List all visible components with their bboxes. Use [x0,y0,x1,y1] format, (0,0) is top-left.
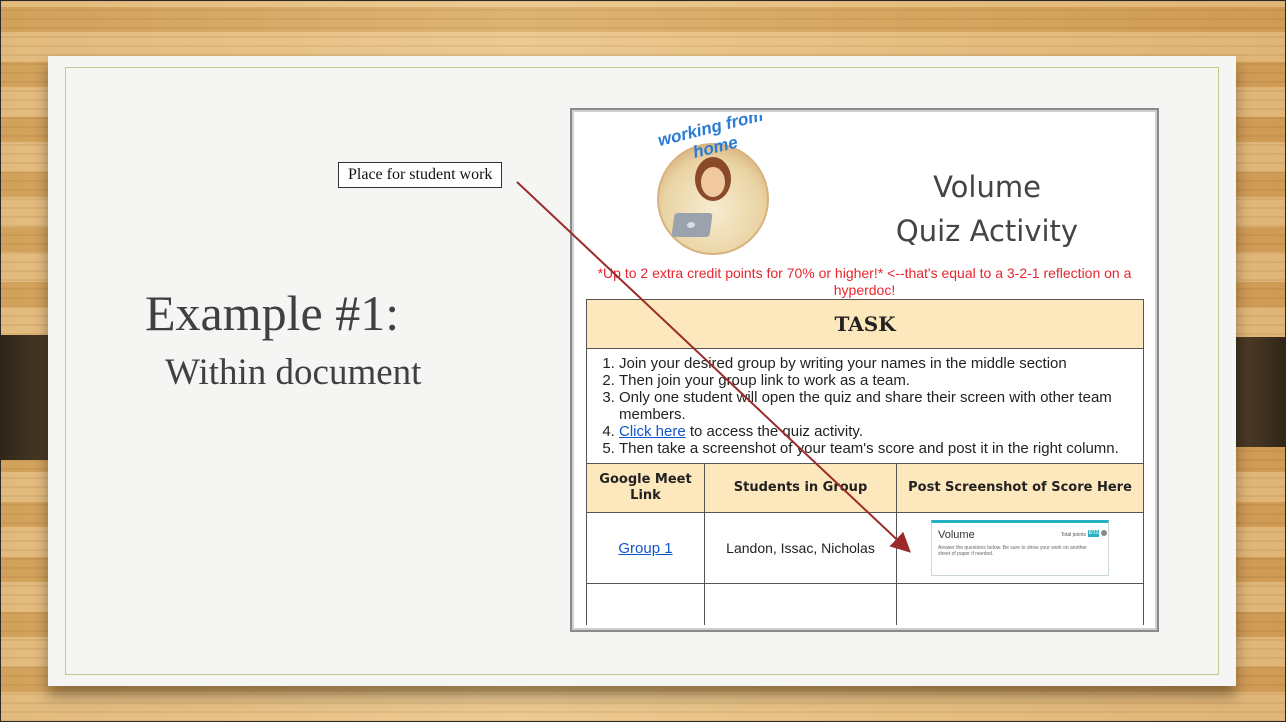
meet-link-cell: Group 1 [586,512,705,584]
task-table: TASK Join your desired group by writing … [585,299,1145,625]
table-header-row: Google Meet Link Students in Group Post … [586,463,1145,513]
task-step: Click here to access the quiz activity. [619,423,1131,440]
table-row [586,583,1145,625]
avatar-face [701,167,725,197]
task-header: TASK [585,299,1145,349]
quiz-activity-link[interactable]: Click here [619,423,686,440]
embedded-document-screenshot: working from home Volume Quiz Activity *… [570,108,1159,632]
slide-title: Example #1: [145,285,400,341]
task-step-text: to access the quiz activity. [685,423,863,440]
students-cell: Landon, Issac, Nicholas [704,512,897,584]
document-title-line2: Quiz Activity [895,214,1079,248]
students-cell-empty [704,583,897,625]
task-steps: Join your desired group by writing your … [595,355,1131,457]
column-header-screenshot: Post Screenshot of Score Here [895,463,1145,513]
screenshot-title: Volume [938,529,975,541]
column-header-meet-link: Google Meet Link [586,463,705,513]
task-instructions: Join your desired group by writing your … [585,348,1145,464]
slide-subtitle: Within document [165,352,422,393]
callout-label: Place for student work [338,162,503,188]
document-title-line1: Volume [933,170,1041,204]
column-header-students: Students in Group [704,463,897,513]
task-step: Then join your group link to work as a t… [619,372,1131,389]
screenshot-points-label: Total points [1060,532,1086,538]
task-step: Join your desired group by writing your … [619,355,1131,372]
task-step: Then take a screenshot of your team's sc… [619,440,1131,457]
screenshot-cell-empty [895,583,1145,625]
score-screenshot: Volume Total points 8/10 Answer the ques… [931,520,1109,576]
extra-credit-note: *Up to 2 extra credit points for 70% or … [597,265,1132,298]
help-icon [1101,530,1107,536]
table-row: Group 1 Landon, Issac, Nicholas Volume T… [586,512,1145,584]
meet-link-cell-empty [586,583,705,625]
screenshot-cell: Volume Total points 8/10 Answer the ques… [895,512,1145,584]
document-title: Volume Quiz Activity [837,165,1137,253]
laptop-icon [671,213,713,237]
screenshot-score-badge: 8/10 [1088,530,1099,537]
task-step: Only one student will open the quiz and … [619,389,1131,423]
screenshot-description: Answer the questions below. Be sure to s… [938,545,1087,557]
group-1-link[interactable]: Group 1 [618,540,672,557]
